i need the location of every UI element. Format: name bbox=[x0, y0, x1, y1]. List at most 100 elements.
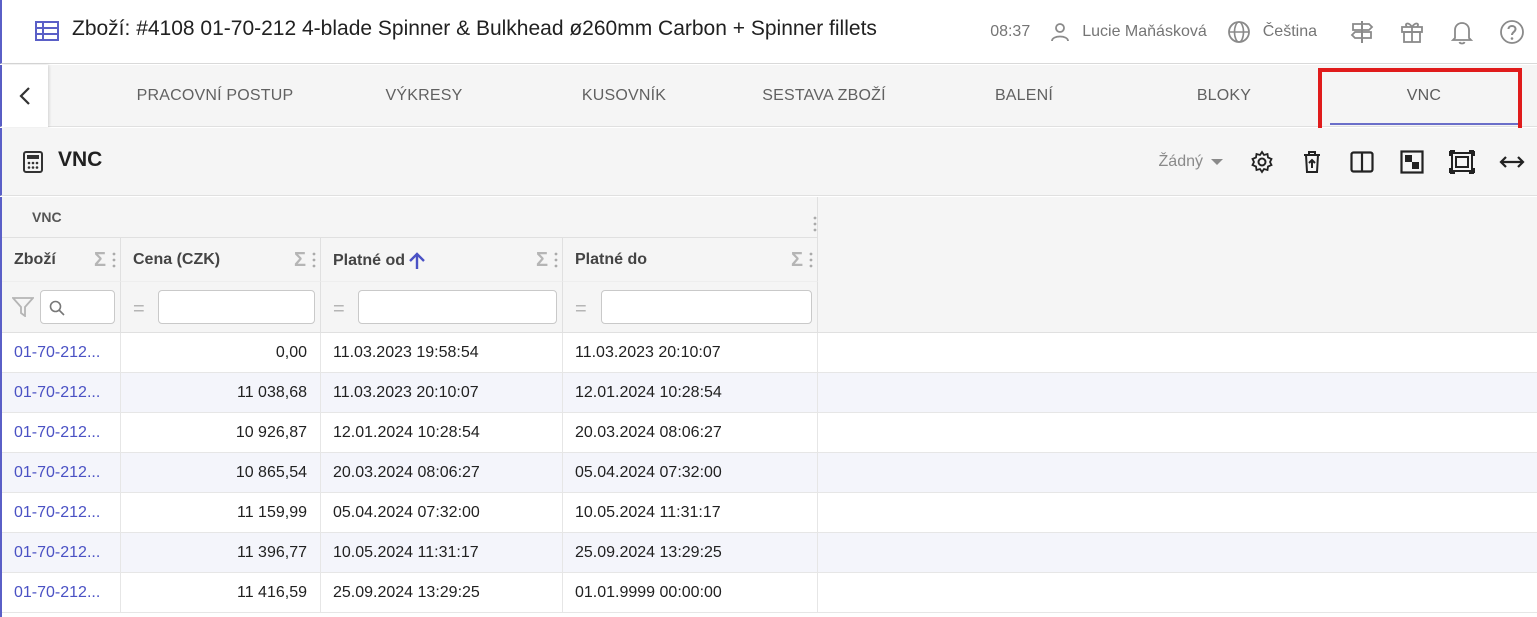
item-link[interactable]: 01-70-212... bbox=[2, 373, 121, 413]
fullscreen-icon[interactable] bbox=[1437, 142, 1487, 182]
preset-dropdown[interactable]: Žádný bbox=[1159, 153, 1223, 171]
table-row[interactable]: 01-70-212... 11 159,99 05.04.2024 07:32:… bbox=[2, 493, 1537, 533]
column-header-zbozi[interactable]: Zboží Σ bbox=[2, 238, 121, 282]
top-bar: Zboží: #4108 01-70-212 4-blade Spinner &… bbox=[0, 0, 1537, 64]
price-cell: 10 926,87 bbox=[121, 413, 321, 453]
back-button[interactable] bbox=[2, 65, 48, 127]
column-header-cena[interactable]: Cena (CZK) Σ bbox=[121, 238, 321, 282]
column-group-label: VNC bbox=[32, 209, 62, 225]
table-row[interactable]: 01-70-212... 10 865,54 20.03.2024 08:06:… bbox=[2, 453, 1537, 493]
sum-icon[interactable]: Σ bbox=[94, 249, 106, 272]
settings-icon[interactable] bbox=[1237, 142, 1287, 182]
valid-to-filter-input[interactable] bbox=[601, 290, 812, 324]
column-menu-icon[interactable] bbox=[312, 252, 316, 273]
caret-down-icon bbox=[1211, 159, 1223, 165]
signpost-icon[interactable] bbox=[1337, 12, 1387, 52]
delete-icon[interactable] bbox=[1287, 142, 1337, 182]
tab-vnc[interactable]: VNC bbox=[1324, 65, 1524, 127]
table-row[interactable]: 01-70-212... 10 926,87 12.01.2024 10:28:… bbox=[2, 413, 1537, 453]
valid-from-filter-input[interactable] bbox=[358, 290, 557, 324]
chevron-left-icon bbox=[19, 87, 30, 105]
globe-icon bbox=[1227, 21, 1250, 43]
column-menu-icon[interactable] bbox=[554, 252, 558, 273]
tab-label: BLOKY bbox=[1196, 87, 1252, 104]
filter-icon[interactable] bbox=[12, 297, 34, 317]
expand-width-icon[interactable] bbox=[1487, 142, 1537, 182]
row-filler bbox=[818, 533, 1537, 573]
active-tab-indicator bbox=[1330, 123, 1518, 125]
row-filler bbox=[818, 373, 1537, 413]
user-menu[interactable]: Lucie Maňásková bbox=[1050, 22, 1207, 42]
filter-cell-platne-do: = bbox=[563, 282, 818, 333]
gift-icon[interactable] bbox=[1387, 12, 1437, 52]
tab-label: SESTAVA ZBOŽÍ bbox=[762, 87, 886, 104]
tab-vykresy[interactable]: VÝKRESY bbox=[324, 65, 524, 127]
language-label: Čeština bbox=[1262, 23, 1317, 40]
price-cell: 0,00 bbox=[121, 333, 321, 373]
tab-baleni[interactable]: BALENÍ bbox=[924, 65, 1124, 127]
sum-icon[interactable]: Σ bbox=[536, 249, 548, 272]
column-group-header: VNC bbox=[2, 197, 823, 238]
valid-to-cell: 01.01.9999 00:00:00 bbox=[563, 573, 818, 613]
item-link[interactable]: 01-70-212... bbox=[2, 573, 121, 613]
valid-from-cell: 11.03.2023 20:10:07 bbox=[321, 373, 563, 413]
equals-icon[interactable]: = bbox=[133, 298, 145, 321]
table-row[interactable]: 01-70-212... 0,00 11.03.2023 19:58:54 11… bbox=[2, 333, 1537, 373]
column-header-platne-do[interactable]: Platné do Σ bbox=[563, 238, 818, 282]
search-input[interactable] bbox=[40, 290, 115, 324]
equals-icon[interactable]: = bbox=[575, 298, 587, 321]
page-title: Zboží: #4108 01-70-212 4-blade Spinner &… bbox=[72, 17, 877, 40]
column-menu-icon[interactable] bbox=[809, 252, 813, 273]
item-link[interactable]: 01-70-212... bbox=[2, 453, 121, 493]
price-filter-input[interactable] bbox=[158, 290, 315, 324]
row-filler bbox=[818, 333, 1537, 373]
tab-pracovni-postup[interactable]: PRACOVNÍ POSTUP bbox=[106, 65, 324, 127]
valid-from-cell: 12.01.2024 10:28:54 bbox=[321, 413, 563, 453]
tab-bloky[interactable]: BLOKY bbox=[1124, 65, 1324, 127]
price-cell: 11 038,68 bbox=[121, 373, 321, 413]
price-cell: 10 865,54 bbox=[121, 453, 321, 493]
row-filler bbox=[818, 453, 1537, 493]
table-row[interactable]: 01-70-212... 11 416,59 25.09.2024 13:29:… bbox=[2, 573, 1537, 613]
table-row[interactable]: 01-70-212... 11 396,77 10.05.2024 11:31:… bbox=[2, 533, 1537, 573]
tab-kusovnik[interactable]: KUSOVNÍK bbox=[524, 65, 724, 127]
tab-label: VNC bbox=[1406, 87, 1442, 104]
row-filler bbox=[818, 573, 1537, 613]
bell-icon[interactable] bbox=[1437, 12, 1487, 52]
preset-value: Žádný bbox=[1158, 153, 1203, 170]
item-link[interactable]: 01-70-212... bbox=[2, 533, 121, 573]
item-link[interactable]: 01-70-212... bbox=[2, 333, 121, 373]
sum-icon[interactable]: Σ bbox=[294, 249, 306, 272]
valid-from-cell: 11.03.2023 19:58:54 bbox=[321, 333, 563, 373]
user-name: Lucie Maňásková bbox=[1082, 23, 1207, 40]
valid-from-cell: 10.05.2024 11:31:17 bbox=[321, 533, 563, 573]
equals-icon[interactable]: = bbox=[333, 298, 345, 321]
item-link[interactable]: 01-70-212... bbox=[2, 493, 121, 533]
help-icon[interactable] bbox=[1487, 12, 1537, 52]
column-menu-icon[interactable] bbox=[112, 252, 116, 273]
column-label: Cena (CZK) bbox=[133, 251, 221, 268]
valid-to-cell: 11.03.2023 20:10:07 bbox=[563, 333, 818, 373]
layout-icon[interactable] bbox=[1387, 142, 1437, 182]
row-filler bbox=[818, 493, 1537, 533]
valid-from-cell: 20.03.2024 08:06:27 bbox=[321, 453, 563, 493]
price-cell: 11 396,77 bbox=[121, 533, 321, 573]
tab-bar: PRACOVNÍ POSTUP VÝKRESY KUSOVNÍK SESTAVA… bbox=[0, 65, 1537, 127]
sort-ascending-icon[interactable] bbox=[408, 251, 426, 271]
filter-cell-platne-od: = bbox=[321, 282, 563, 333]
tab-sestava-zbozi[interactable]: SESTAVA ZBOŽÍ bbox=[724, 65, 924, 127]
table-row[interactable]: 01-70-212... 11 038,68 11.03.2023 20:10:… bbox=[2, 373, 1537, 413]
table-document-icon bbox=[34, 19, 60, 43]
language-selector[interactable]: Čeština bbox=[1227, 20, 1317, 44]
split-view-icon[interactable] bbox=[1337, 142, 1387, 182]
valid-to-cell: 25.09.2024 13:29:25 bbox=[563, 533, 818, 573]
column-label: Zboží bbox=[14, 251, 56, 268]
clock-time: 08:37 bbox=[990, 23, 1031, 40]
item-link[interactable]: 01-70-212... bbox=[2, 413, 121, 453]
column-header-platne-od[interactable]: Platné od Σ bbox=[321, 238, 563, 282]
user-icon bbox=[1051, 23, 1070, 42]
price-cell: 11 159,99 bbox=[121, 493, 321, 533]
panel-header: VNC Žádný bbox=[0, 128, 1537, 196]
sum-icon[interactable]: Σ bbox=[791, 249, 803, 272]
valid-to-cell: 05.04.2024 07:32:00 bbox=[563, 453, 818, 493]
